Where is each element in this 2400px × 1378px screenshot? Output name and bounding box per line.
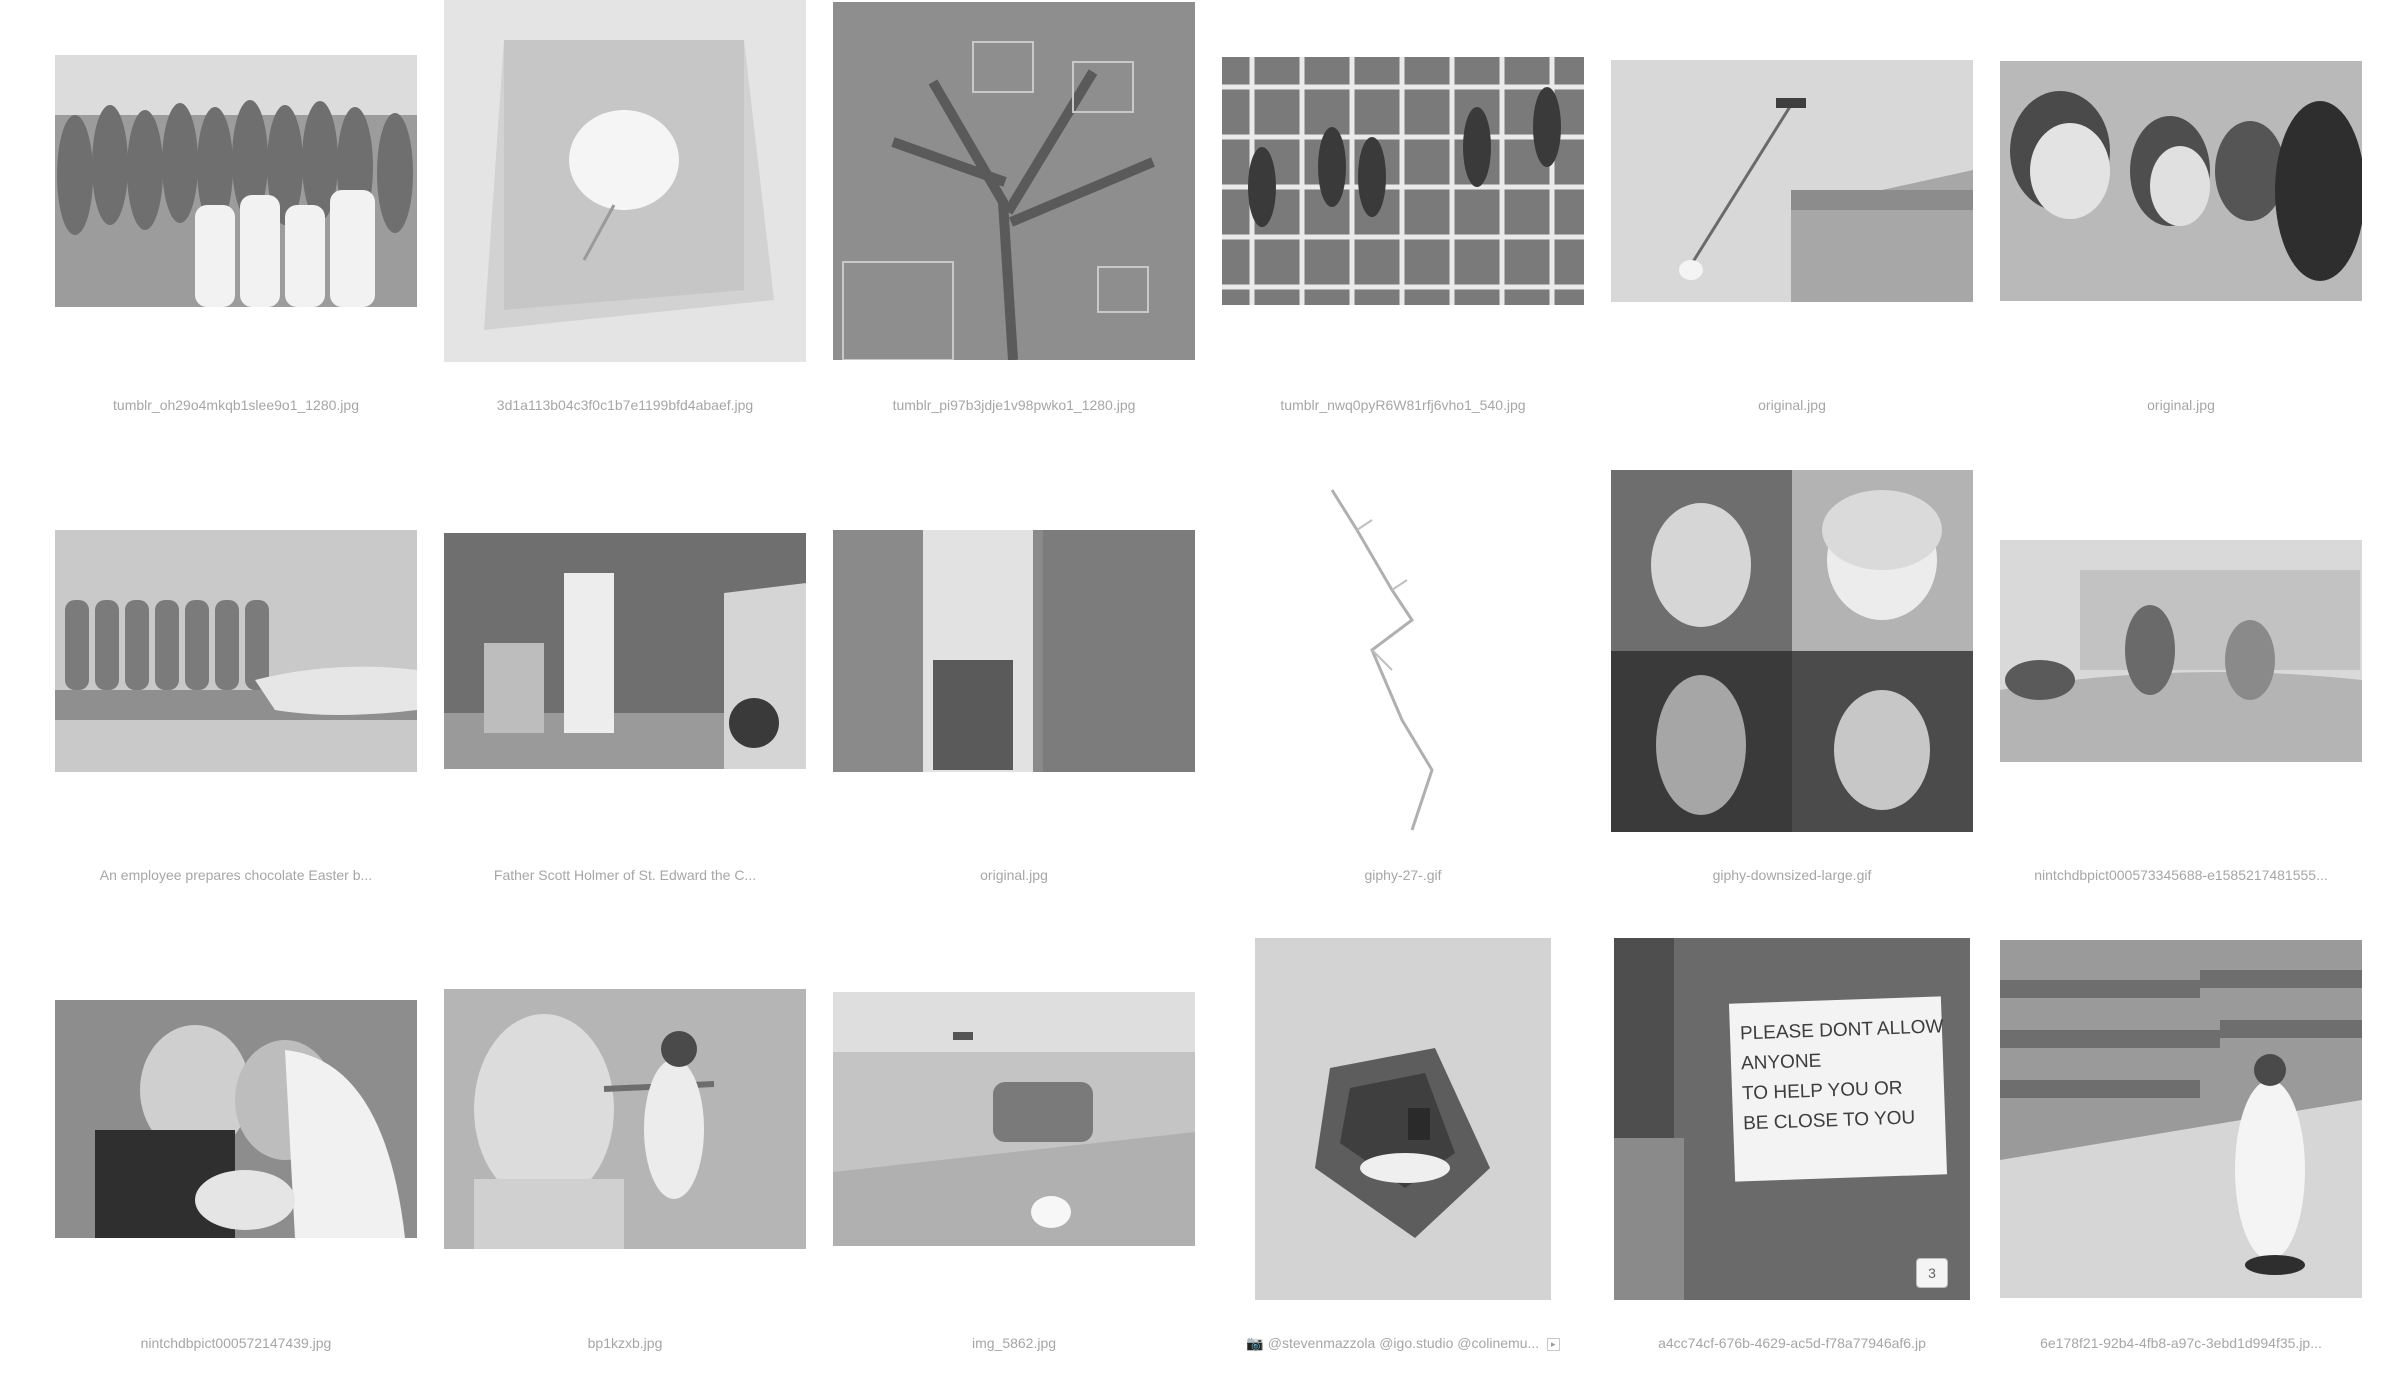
gallery-item-17[interactable]: PLEASE DONT ALLOW ANYONE TO HELP YOU OR …	[1611, 938, 1973, 1378]
image-gallery-grid: tumblr_oh29o4mkqb1slee9o1_1280.jpg 3d1a1…	[0, 0, 2400, 1358]
camera-icon: 📷	[1246, 1335, 1264, 1351]
thumbnail-image[interactable]: PLEASE DONT ALLOW ANYONE TO HELP YOU OR …	[1614, 938, 1970, 1300]
thumbnail-image[interactable]	[1611, 60, 1973, 302]
image-caption: tumblr_pi97b3jdje1v98pwko1_1280.jpg	[892, 397, 1136, 413]
image-caption: a4cc74cf-676b-4629-ac5d-f78a77946af6.jp	[1658, 1335, 1926, 1351]
thumbnail-image[interactable]	[55, 55, 417, 307]
gallery-item-6[interactable]: original.jpg	[2000, 0, 2362, 440]
image-caption: 6e178f21-92b4-4fb8-a97c-3ebd1d994f35.jp.…	[2040, 1335, 2322, 1351]
thumbnail-image[interactable]	[1222, 470, 1584, 832]
image-caption: original.jpg	[1758, 397, 1826, 413]
image-caption: An employee prepares chocolate Easter b.…	[99, 867, 373, 883]
image-caption: giphy-downsized-large.gif	[1712, 867, 1872, 883]
image-caption: 📷 @stevenmazzola @igo.studio @colinemu..…	[1222, 1335, 1584, 1352]
thumbnail-image[interactable]	[1255, 938, 1551, 1300]
gallery-item-2[interactable]: 3d1a113b04c3f0c1b7e1199bfd4abaef.jpg	[444, 0, 806, 440]
gallery-item-7[interactable]: An employee prepares chocolate Easter b.…	[55, 470, 417, 910]
thumbnail-image[interactable]	[444, 0, 806, 362]
image-caption: bp1kzxb.jpg	[587, 1335, 663, 1351]
thumbnail-image[interactable]	[2000, 540, 2362, 762]
sign-line: BE CLOSE TO YOU	[1742, 1107, 1916, 1135]
thumbnail-image[interactable]	[55, 530, 417, 772]
thumbnail-image[interactable]	[833, 2, 1195, 360]
gallery-item-15[interactable]: img_5862.jpg	[833, 938, 1195, 1378]
image-caption: nintchdbpict000572147439.jpg	[140, 1335, 332, 1351]
thumbnail-image[interactable]	[833, 992, 1195, 1246]
gallery-item-11[interactable]: giphy-downsized-large.gif	[1611, 470, 1973, 910]
gallery-item-1[interactable]: tumblr_oh29o4mkqb1slee9o1_1280.jpg	[55, 0, 417, 440]
image-caption: original.jpg	[980, 867, 1048, 883]
thumbnail-image[interactable]	[1611, 470, 1973, 832]
gallery-item-16[interactable]: 📷 @stevenmazzola @igo.studio @colinemu..…	[1222, 938, 1584, 1378]
gallery-item-10[interactable]: giphy-27-.gif	[1222, 470, 1584, 910]
gallery-item-9[interactable]: original.jpg	[833, 470, 1195, 910]
gallery-item-14[interactable]: bp1kzxb.jpg	[444, 938, 806, 1378]
gallery-item-13[interactable]: nintchdbpict000572147439.jpg	[55, 938, 417, 1378]
thumbnail-image[interactable]	[55, 1000, 417, 1238]
image-caption: img_5862.jpg	[971, 1335, 1057, 1351]
gallery-item-8[interactable]: Father Scott Holmer of St. Edward the C.…	[444, 470, 806, 910]
image-caption: Father Scott Holmer of St. Edward the C.…	[493, 867, 757, 883]
thumbnail-image[interactable]	[833, 530, 1195, 772]
thumbnail-image[interactable]	[2000, 940, 2362, 1298]
expand-caption-button[interactable]: ▸	[1547, 1337, 1560, 1351]
image-caption: nintchdbpict000573345688-e1585217481555.…	[2034, 867, 2328, 883]
gallery-item-4[interactable]: tumblr_nwq0pyR6W81rfj6vho1_540.jpg	[1222, 0, 1584, 440]
gallery-item-5[interactable]: original.jpg	[1611, 0, 1973, 440]
caption-text: @stevenmazzola @igo.studio @colinemu...	[1267, 1335, 1540, 1351]
image-caption: tumblr_nwq0pyR6W81rfj6vho1_540.jpg	[1280, 397, 1526, 413]
gallery-item-18[interactable]: 6e178f21-92b4-4fb8-a97c-3ebd1d994f35.jp.…	[2000, 938, 2362, 1378]
image-caption: 3d1a113b04c3f0c1b7e1199bfd4abaef.jpg	[496, 397, 754, 413]
multi-image-count-badge: 3	[1916, 1258, 1948, 1288]
door-sign: PLEASE DONT ALLOW ANYONE TO HELP YOU OR …	[1728, 996, 1948, 1182]
image-caption: original.jpg	[2147, 397, 2215, 413]
gallery-item-12[interactable]: nintchdbpict000573345688-e1585217481555.…	[2000, 470, 2362, 910]
thumbnail-image[interactable]	[1222, 57, 1584, 305]
thumbnail-image[interactable]	[444, 989, 806, 1249]
thumbnail-image[interactable]	[444, 533, 806, 769]
gallery-item-3[interactable]: tumblr_pi97b3jdje1v98pwko1_1280.jpg	[833, 0, 1195, 440]
image-caption: tumblr_oh29o4mkqb1slee9o1_1280.jpg	[113, 397, 359, 413]
thumbnail-image[interactable]	[2000, 61, 2362, 301]
image-caption: giphy-27-.gif	[1364, 867, 1442, 883]
